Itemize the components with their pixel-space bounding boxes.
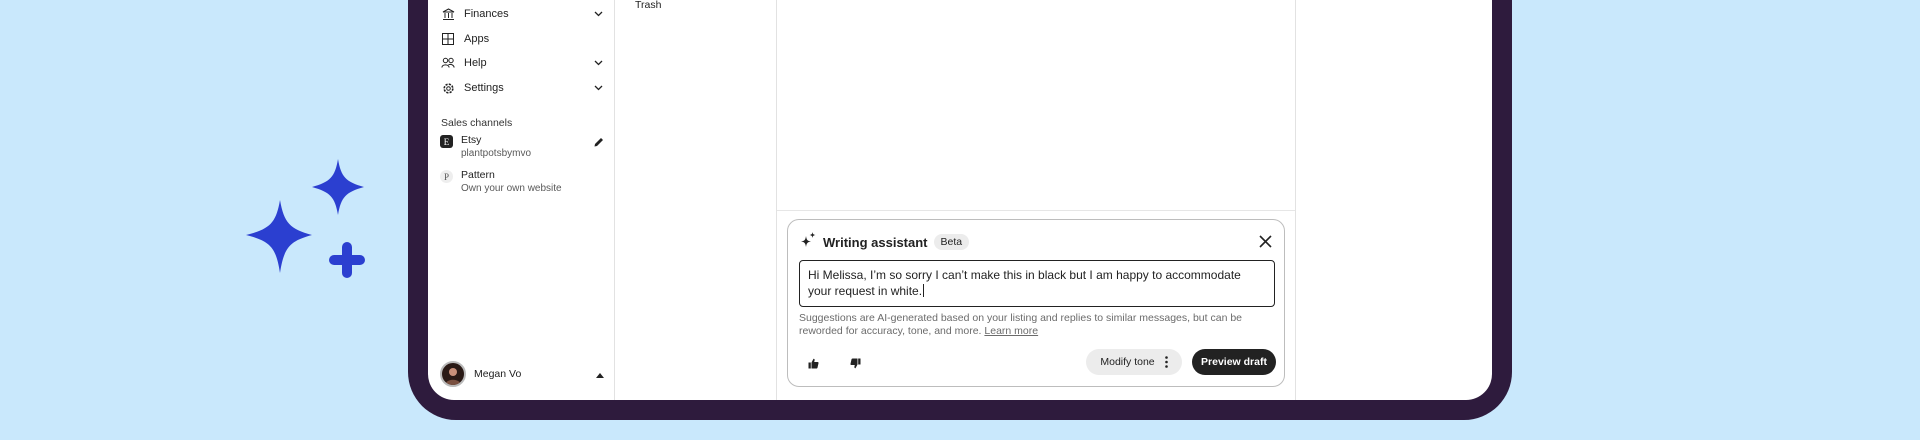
sidebar-item-help[interactable]: Help — [440, 53, 604, 73]
modify-tone-label: Modify tone — [1100, 356, 1155, 368]
channel-subtitle: plantpotsbymvo — [461, 148, 532, 159]
channel-etsy[interactable]: E Etsy plantpotsbymvo — [440, 134, 604, 160]
draft-textarea[interactable]: Hi Melissa, I’m so sorry I can’t make th… — [799, 260, 1275, 307]
draft-text: Hi Melissa, I’m so sorry I can’t make th… — [808, 268, 1241, 298]
etsy-icon: E — [440, 135, 453, 148]
sidebar-item-label: Help — [464, 57, 487, 69]
channel-subtitle: Own your own website — [461, 183, 562, 194]
channel-name: Etsy — [461, 134, 482, 146]
sidebar-item-label: Finances — [464, 8, 509, 20]
caret-up-icon — [596, 365, 604, 383]
chevron-down-icon — [592, 57, 604, 69]
sales-channels-heading: Sales channels — [441, 117, 513, 129]
sidebar-item-label: Settings — [464, 82, 504, 94]
thumbs-up-icon[interactable] — [804, 354, 822, 372]
ai-disclaimer: Suggestions are AI-generated based on yo… — [799, 312, 1275, 338]
preview-draft-button[interactable]: Preview draft — [1192, 349, 1276, 375]
user-menu[interactable]: Megan Vo — [440, 361, 604, 387]
grid-icon — [440, 31, 456, 47]
sidebar: Finances Apps Help Settings Sales channe… — [428, 0, 615, 400]
message-area: Writing assistant Beta Hi Melissa, I’m s… — [777, 0, 1296, 400]
text-cursor — [923, 284, 925, 297]
chevron-down-icon — [592, 8, 604, 20]
sidebar-item-apps[interactable]: Apps — [440, 29, 604, 49]
people-icon — [440, 55, 456, 71]
sidebar-item-label: Apps — [464, 33, 490, 45]
folder-list: Trash — [615, 0, 777, 400]
folder-trash[interactable]: Trash — [635, 0, 661, 11]
beta-badge: Beta — [933, 234, 970, 250]
pencil-icon[interactable] — [593, 135, 604, 153]
channel-pattern[interactable]: P Pattern Own your own website — [440, 169, 604, 195]
assistant-header: Writing assistant Beta — [800, 231, 970, 253]
close-icon[interactable] — [1256, 232, 1274, 250]
channel-name: Pattern — [461, 169, 495, 181]
thumbs-down-icon[interactable] — [846, 354, 864, 372]
writing-assistant-panel: Writing assistant Beta Hi Melissa, I’m s… — [787, 219, 1285, 387]
sidebar-item-settings[interactable]: Settings — [440, 78, 604, 98]
learn-more-link[interactable]: Learn more — [984, 325, 1038, 337]
gear-icon — [440, 80, 456, 96]
sparkles-icon — [246, 159, 365, 278]
pattern-icon: P — [440, 170, 453, 183]
chevron-down-icon — [592, 82, 604, 94]
assistant-title: Writing assistant — [823, 234, 928, 250]
bank-icon — [440, 6, 456, 22]
sidebar-item-finances[interactable]: Finances — [440, 4, 604, 24]
sparkle-icon — [800, 231, 817, 253]
app-screen: Finances Apps Help Settings Sales channe… — [428, 0, 1492, 400]
avatar — [440, 361, 466, 387]
divider — [777, 210, 1295, 211]
user-name: Megan Vo — [474, 368, 522, 380]
modify-tone-button[interactable]: Modify tone — [1086, 349, 1182, 375]
more-vertical-icon — [1164, 356, 1168, 368]
